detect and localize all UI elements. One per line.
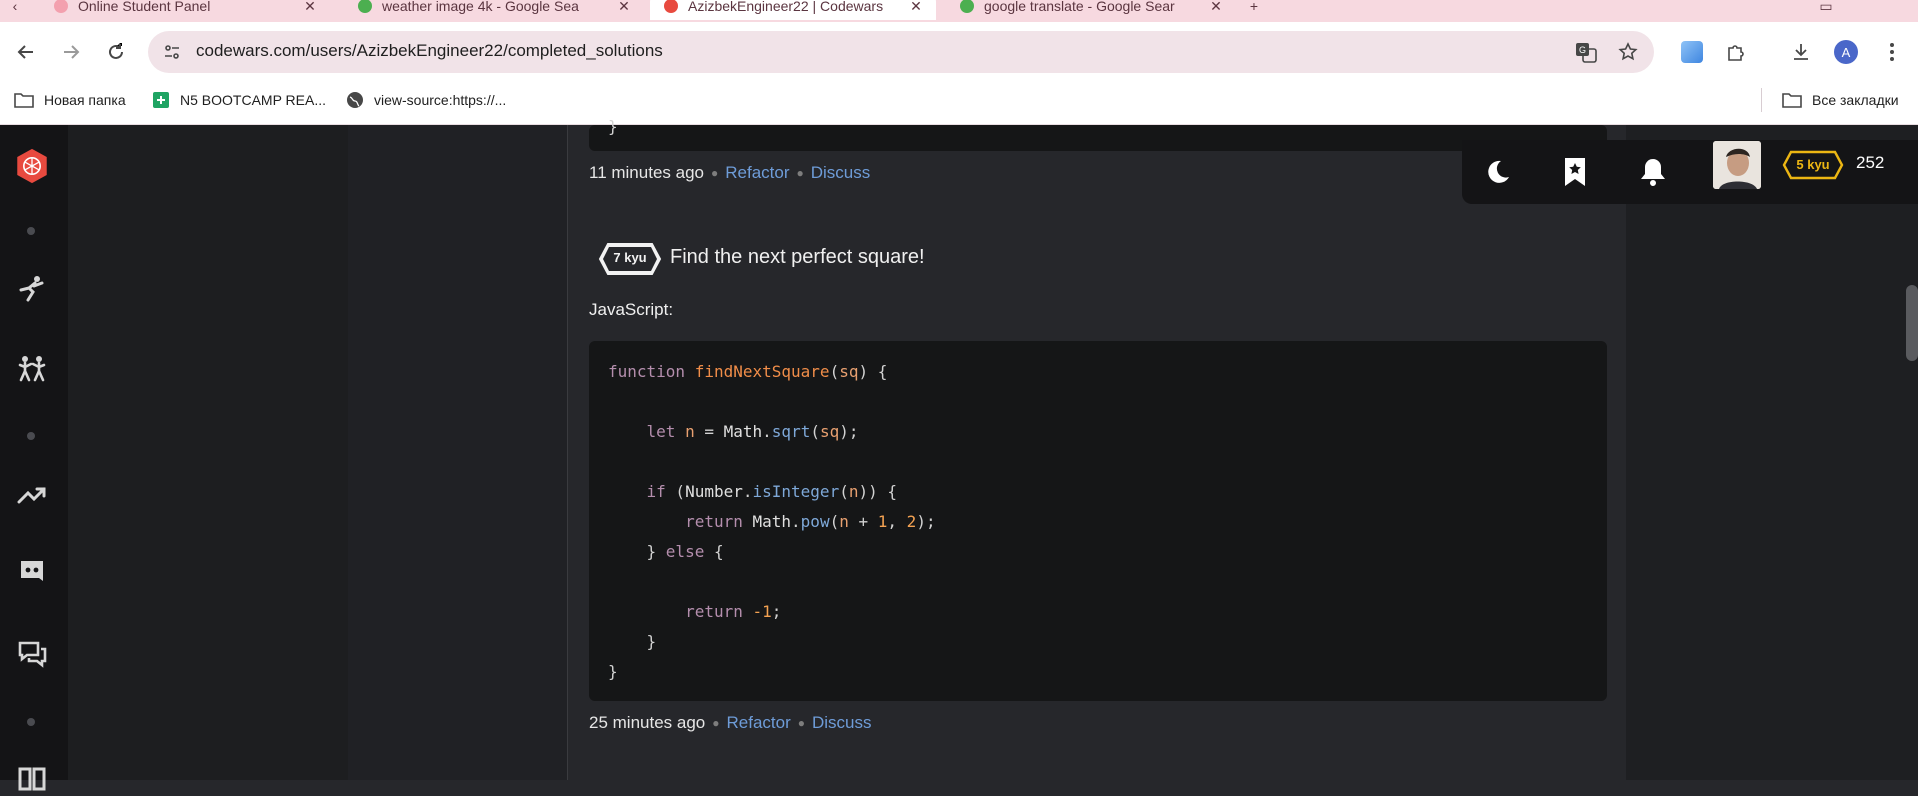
refactor-link[interactable]: Refactor	[725, 163, 789, 183]
user-avatar[interactable]	[1713, 141, 1761, 189]
google-favicon-icon	[960, 0, 974, 13]
discuss-link[interactable]: Discuss	[811, 163, 871, 183]
tab-google-translate[interactable]: google translate - Google Sear ✕	[946, 0, 1236, 20]
tab-favicon-icon	[54, 0, 68, 13]
bookmark-folder-new[interactable]: Новая папка	[14, 89, 126, 111]
browser-tab-bar: ‹ Online Student Panel ✕ weather image 4…	[0, 0, 1918, 22]
codewars-left-nav	[0, 125, 68, 780]
tab-search-icon[interactable]: ▭	[1818, 0, 1848, 20]
extension-logo-icon	[1681, 41, 1703, 63]
bookmark-star-icon[interactable]	[1612, 36, 1644, 68]
separator-dot: ●	[797, 716, 805, 730]
sheets-icon	[152, 91, 170, 109]
bookmark-view-source[interactable]: view-source:https://...	[346, 89, 506, 111]
tab-online-student-panel[interactable]: Online Student Panel ✕	[40, 0, 330, 20]
tab-search-button[interactable]: ‹	[8, 0, 22, 20]
folder-icon	[14, 92, 34, 108]
kata-title-link[interactable]: Find the next perfect square!	[670, 246, 925, 269]
all-bookmarks-button[interactable]: Все закладки	[1782, 89, 1899, 111]
google-favicon-icon	[358, 0, 372, 13]
solution-meta: 11 minutes ago ● Refactor ● Discuss	[589, 163, 870, 183]
right-gutter	[1626, 125, 1918, 780]
page-scrollbar-thumb[interactable]	[1906, 285, 1918, 361]
tab-close-icon[interactable]: ✕	[616, 0, 632, 15]
solution-time: 11 minutes ago	[589, 163, 704, 182]
tab-close-icon[interactable]: ✕	[1208, 0, 1224, 15]
leaderboard-trend-icon[interactable]	[14, 477, 50, 513]
solution-language: JavaScript:	[589, 300, 674, 319]
site-info-icon[interactable]	[156, 36, 188, 68]
tab-weather-image[interactable]: weather image 4k - Google Sea ✕	[344, 0, 644, 20]
discuss-link[interactable]: Discuss	[812, 713, 872, 733]
extension-app-icon[interactable]	[1676, 36, 1708, 68]
back-button[interactable]	[10, 36, 42, 68]
codewars-favicon-icon	[664, 0, 678, 13]
solution-time: 25 minutes ago	[589, 713, 706, 732]
training-kick-icon[interactable]	[14, 271, 50, 307]
user-rank-badge: 5 kyu	[1782, 150, 1844, 180]
separator-dot: ●	[710, 166, 719, 180]
kyu-rank-badge: 7 kyu	[598, 242, 662, 276]
tab-close-icon[interactable]: ✕	[302, 0, 318, 15]
new-tab-button[interactable]: +	[1240, 0, 1270, 20]
browser-menu-icon[interactable]	[1876, 36, 1908, 68]
solution-meta: 25 minutes ago ● Refactor ● Discuss	[589, 713, 872, 733]
discord-icon[interactable]	[14, 555, 50, 591]
profile-avatar-button[interactable]: A	[1830, 36, 1862, 68]
url-text[interactable]: codewars.com/users/AzizbekEngineer22/com…	[196, 41, 663, 61]
practice-fighters-icon[interactable]	[14, 351, 50, 387]
arrow-left-icon	[17, 45, 33, 59]
reload-icon	[109, 43, 123, 59]
folder-icon	[1782, 92, 1802, 108]
svg-text:G: G	[1579, 45, 1586, 55]
user-photo-icon	[1713, 141, 1761, 189]
extensions-puzzle-icon[interactable]	[1720, 36, 1752, 68]
nav-separator-dot	[27, 718, 35, 726]
user-honor: 252	[1856, 153, 1885, 172]
profile-sidebar	[68, 125, 348, 780]
bell-icon	[1641, 159, 1665, 186]
profile-initial: A	[1834, 40, 1858, 64]
bookmark-n5-bootcamp[interactable]: N5 BOOTCAMP REA...	[152, 89, 326, 111]
code-block: }	[589, 117, 1607, 151]
download-icon[interactable]	[1785, 36, 1817, 68]
dark-mode-toggle[interactable]	[1478, 152, 1518, 192]
profile-menu-column	[348, 125, 568, 780]
codewars-logo-icon[interactable]	[14, 148, 50, 184]
tab-close-icon[interactable]: ✕	[908, 0, 924, 15]
translate-icon[interactable]: G	[1570, 36, 1602, 68]
forward-button[interactable]	[55, 36, 87, 68]
arrow-right-icon	[64, 45, 80, 59]
separator-dot: ●	[712, 716, 720, 730]
tab-codewars[interactable]: AzizbekEngineer22 | Codewars ✕	[650, 0, 936, 20]
globe-icon	[346, 91, 364, 109]
docs-book-icon[interactable]	[14, 760, 50, 796]
user-top-bar	[1462, 140, 1918, 204]
nav-separator-dot	[27, 432, 35, 440]
moon-icon	[1488, 160, 1509, 183]
discussions-chat-icon[interactable]	[14, 636, 50, 672]
nav-separator-dot	[27, 227, 35, 235]
refactor-link[interactable]: Refactor	[727, 713, 791, 733]
notifications-button[interactable]	[1633, 152, 1673, 192]
code-closing-brace: }	[608, 117, 618, 136]
separator-dot: ●	[796, 166, 804, 180]
bookmark-star-icon	[1565, 158, 1585, 186]
tune-icon	[165, 45, 179, 59]
bookmarks-button[interactable]	[1555, 152, 1595, 192]
bookmarks-divider	[1761, 88, 1762, 112]
solution-code: function findNextSquare(sq) { let n = Ma…	[608, 362, 936, 681]
reload-button[interactable]	[100, 36, 132, 68]
